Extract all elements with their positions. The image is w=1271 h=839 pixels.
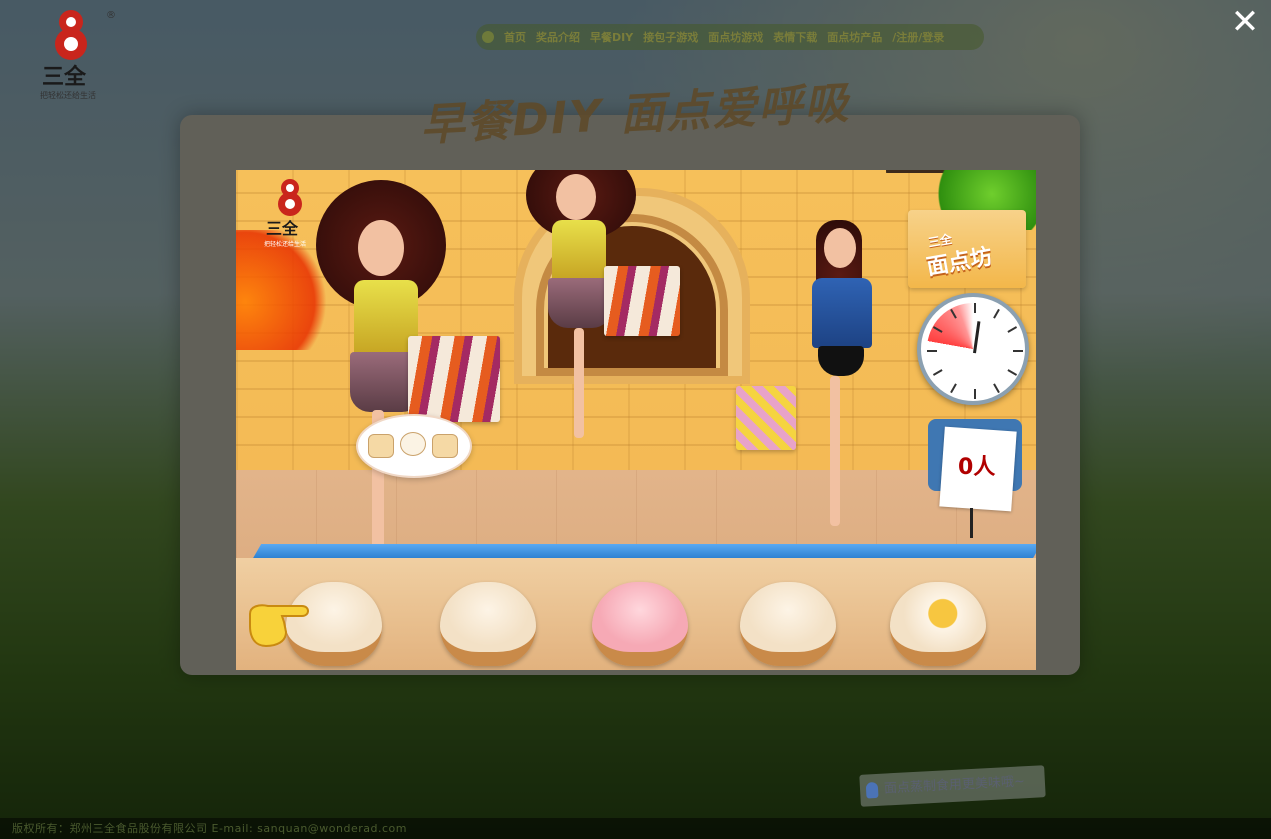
footer-copyright: 版权所有：郑州三全食品股份有限公司 E-mail: sanquan@wonder… xyxy=(0,818,1271,839)
nav-register-login[interactable]: /注册/登录 xyxy=(892,29,944,45)
trademark-mark: ® xyxy=(106,10,116,21)
customer-count: 0人 xyxy=(958,455,996,480)
nav-breakfast-diy[interactable]: 早餐DIY xyxy=(590,29,633,45)
mianidianfang-badge: 三全 面点坊 xyxy=(908,210,1026,288)
clock-tick xyxy=(927,350,937,352)
timer-clock xyxy=(917,293,1029,405)
counter-pole xyxy=(970,508,973,538)
clock-tick xyxy=(974,389,976,399)
order-item-bun xyxy=(432,434,458,458)
head xyxy=(358,220,404,276)
order-item-bun xyxy=(368,434,394,458)
home-arrow-icon xyxy=(482,31,494,43)
shopping-bag xyxy=(604,266,680,336)
steamer-mantou[interactable] xyxy=(440,582,536,666)
customer-right xyxy=(786,220,896,530)
order-bubble xyxy=(356,414,472,478)
close-button[interactable]: ✕ xyxy=(1227,4,1263,40)
pointing-hand-icon xyxy=(249,604,309,648)
clock-tick xyxy=(974,303,976,313)
hint-text: 面点蒸制食用更美味哦~ xyxy=(883,774,1026,797)
nav-bakery-game[interactable]: 面点坊游戏 xyxy=(708,29,763,45)
logo-tagline: 把轻松还给生活 xyxy=(40,90,96,100)
nav-emoji-download[interactable]: 表情下载 xyxy=(773,29,817,45)
logo-text: 三全 xyxy=(42,64,87,90)
leg xyxy=(574,328,584,438)
leg xyxy=(830,376,840,526)
steamer-peach-bun[interactable] xyxy=(592,582,688,666)
game-logo-tagline: 把轻松还给生活 xyxy=(264,240,306,248)
nav-prizes[interactable]: 奖品介绍 xyxy=(536,29,580,45)
nav-bakery-products[interactable]: 面点坊产品 xyxy=(827,29,882,45)
top-navigation: 首页 奖品介绍 早餐DIY 接包子游戏 面点坊游戏 表情下载 面点坊产品 /注册… xyxy=(476,24,984,50)
game-logo-text: 三全 xyxy=(266,219,299,238)
customer-counter: 0人 xyxy=(928,413,1024,538)
jacket xyxy=(812,278,872,348)
shopping-bag xyxy=(408,336,500,422)
game-panel[interactable]: 三全 把轻松还给生活 三全 面点坊 0人 xyxy=(236,170,1036,670)
skirt xyxy=(818,346,864,376)
steamer-milk-bun[interactable] xyxy=(740,582,836,666)
nav-home[interactable]: 首页 xyxy=(504,29,526,45)
top xyxy=(552,220,606,284)
person-icon xyxy=(865,781,879,799)
skirt xyxy=(548,278,612,328)
sanquan-logo[interactable]: 三全 ® 把轻松还给生活 xyxy=(28,4,118,104)
shopping-bag xyxy=(736,386,796,450)
head xyxy=(824,228,856,268)
order-item-bun xyxy=(400,432,426,456)
steamer-egg-bun[interactable] xyxy=(890,582,986,666)
nav-catch-bun-game[interactable]: 接包子游戏 xyxy=(643,29,698,45)
head xyxy=(556,174,596,220)
clock-tick xyxy=(1013,350,1023,352)
